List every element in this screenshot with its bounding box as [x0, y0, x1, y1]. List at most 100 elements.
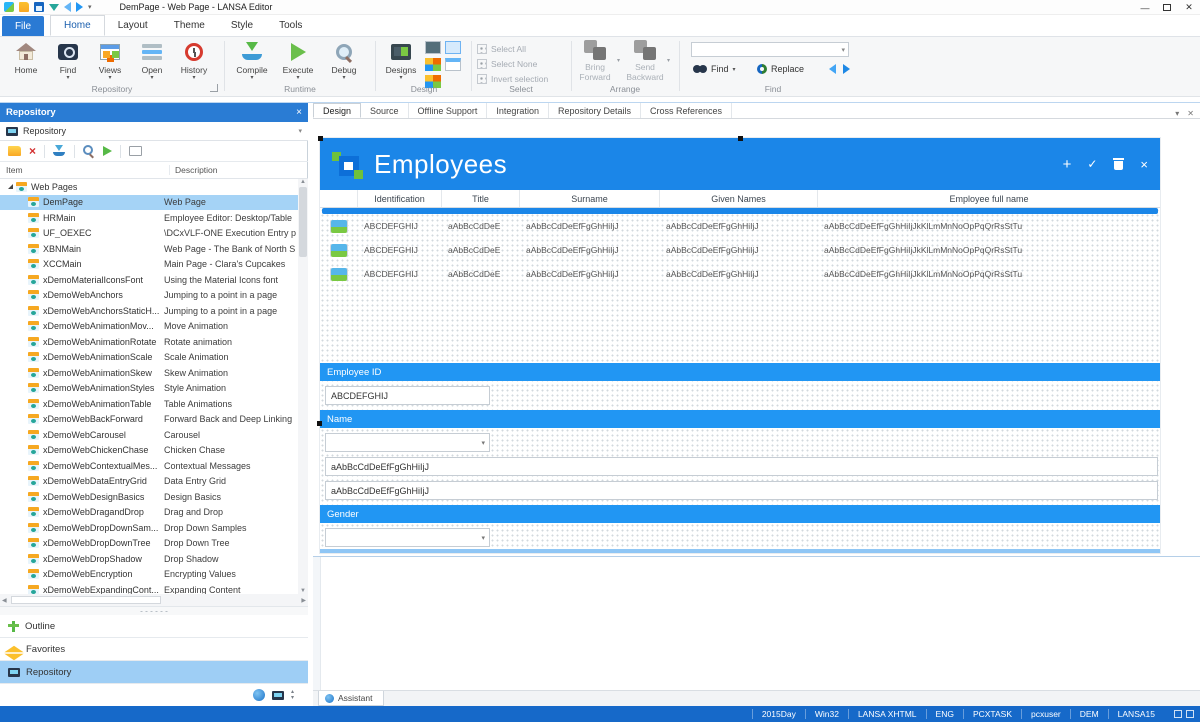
save-icon[interactable]: [34, 2, 44, 12]
select-all-item[interactable]: Select All: [477, 41, 526, 56]
tree-item[interactable]: xDemoWebAnchors Jumping to a point in a …: [0, 288, 298, 304]
sidebar-tab-outline[interactable]: Outline: [0, 615, 308, 638]
employee-id-field[interactable]: ABCDEFGHIJ: [325, 386, 490, 405]
find-search-input[interactable]: ▾: [691, 42, 849, 57]
compile-tool-icon[interactable]: [53, 145, 66, 158]
combo-caret-icon[interactable]: ▾: [298, 127, 302, 135]
column-surname[interactable]: Surname: [520, 190, 660, 207]
gender-dropdown[interactable]: ▾: [325, 528, 490, 547]
ribbon-tab[interactable]: Layout: [105, 15, 161, 36]
preview-tool-icon[interactable]: [129, 146, 142, 156]
find-next-icon[interactable]: [843, 64, 850, 74]
forward-arrow-icon[interactable]: [76, 2, 83, 12]
ribbon-designs-button[interactable]: Designs▾: [379, 40, 423, 84]
ribbon-execute-button[interactable]: Execute▾: [276, 40, 320, 84]
panel-splitter[interactable]: [0, 606, 308, 615]
tree-item[interactable]: XCCMain Main Page - Clara's Cupcakes: [0, 257, 298, 273]
ribbon-tab[interactable]: Style: [218, 15, 266, 36]
ribbon-open-button[interactable]: Open▾: [130, 40, 174, 84]
tab-overflow-caret-icon[interactable]: ▾: [1175, 109, 1179, 118]
status-segment[interactable]: LANSA15: [1108, 709, 1164, 719]
ribbon-tab[interactable]: Home: [50, 15, 105, 36]
ribbon-find-button[interactable]: Find▾: [46, 40, 90, 84]
tree-item[interactable]: xDemoWebBackForward Forward Back and Dee…: [0, 412, 298, 428]
find-combo-caret-icon[interactable]: ▾: [841, 46, 845, 54]
tree-item[interactable]: xDemoWebDragandDrop Drag and Drop: [0, 505, 298, 521]
tree-item[interactable]: xDemoWebDropDownSam... Drop Down Samples: [0, 520, 298, 536]
design-preview-icon[interactable]: [425, 41, 441, 54]
tab-close-icon[interactable]: ✕: [1187, 109, 1194, 118]
tree-item[interactable]: xDemoWebAnchorsStaticH... Jumping to a p…: [0, 303, 298, 319]
ribbon-views-button[interactable]: Views▾: [88, 40, 132, 84]
table-row[interactable]: ABCDEFGHIJ aAbBcCdDeE aAbBcCdDeEfFgGhHiI…: [320, 214, 1160, 238]
open-icon[interactable]: [19, 2, 29, 12]
back-arrow-icon[interactable]: [64, 2, 71, 12]
hscroll-thumb[interactable]: [11, 596, 161, 604]
tree-item[interactable]: xDemoWebAnimationSkew Skew Animation: [0, 365, 298, 381]
qat-customize-caret-icon[interactable]: ▾: [88, 3, 92, 11]
repository-combo[interactable]: Repository ▾: [0, 122, 308, 141]
sidebar-tab-favorites[interactable]: Favorites: [0, 638, 308, 661]
bring-forward-button[interactable]: Bring Forward: [575, 40, 615, 86]
column-item[interactable]: Item: [0, 165, 170, 175]
maximize-button[interactable]: [1156, 0, 1178, 15]
tree-item[interactable]: xDemoMaterialIconsFont Using the Materia…: [0, 272, 298, 288]
column-identification[interactable]: Identification: [358, 190, 442, 207]
tree-item[interactable]: DemPage Web Page: [0, 195, 298, 211]
output-pane-scrollbar[interactable]: [313, 557, 321, 691]
tree-root-web-pages[interactable]: Web Pages: [0, 179, 298, 195]
add-icon[interactable]: +: [1063, 156, 1072, 173]
surname-field[interactable]: aAbBcCdDeEfFgGhHiIjJ: [325, 457, 1158, 476]
given-names-field[interactable]: aAbBcCdDeEfFgGhHiIjJ: [325, 481, 1158, 500]
compile-quick-icon[interactable]: [49, 4, 59, 11]
ribbon-compile-button[interactable]: Compile▾: [230, 40, 274, 84]
editor-tab[interactable]: Repository Details: [549, 103, 641, 118]
scroll-up-icon[interactable]: ▲: [300, 179, 306, 185]
column-given-names[interactable]: Given Names: [660, 190, 818, 207]
monitor-icon[interactable]: [272, 691, 284, 700]
panel-close-icon[interactable]: ×: [296, 107, 302, 118]
ribbon-home-button[interactable]: Home: [4, 40, 48, 84]
editor-tab[interactable]: Source: [361, 103, 409, 118]
column-description[interactable]: Description: [170, 165, 218, 175]
trash-icon[interactable]: [1113, 158, 1124, 170]
table-row[interactable]: ABCDEFGHIJ aAbBcCdDeE aAbBcCdDeEfFgGhHiI…: [320, 262, 1160, 286]
close-button[interactable]: ✕: [1178, 0, 1200, 15]
selection-handle[interactable]: [738, 136, 743, 141]
find-menu-button[interactable]: Find ▾: [693, 64, 736, 74]
tree-item[interactable]: xDemoWebDropShadow Drop Shadow: [0, 551, 298, 567]
design-arrange-icon[interactable]: [425, 58, 441, 71]
tree-item[interactable]: xDemoWebContextualMes... Contextual Mess…: [0, 458, 298, 474]
title-dropdown[interactable]: ▾: [325, 433, 490, 452]
ribbon-tab[interactable]: Theme: [161, 15, 218, 36]
search-tool-icon[interactable]: [83, 145, 95, 157]
tree-item[interactable]: xDemoWebDesignBasics Design Basics: [0, 489, 298, 505]
selection-handle[interactable]: [317, 421, 322, 426]
sidebar-tab-repository[interactable]: Repository: [0, 661, 308, 684]
tree-item[interactable]: XBNMain Web Page - The Bank of North S: [0, 241, 298, 257]
delete-icon[interactable]: ×: [29, 146, 36, 156]
file-tab[interactable]: File: [2, 16, 44, 36]
tree-horizontal-scrollbar[interactable]: ◀ ▶: [0, 594, 308, 606]
editor-tab[interactable]: Design: [313, 103, 361, 118]
scroll-left-icon[interactable]: ◀: [2, 597, 7, 604]
editor-tab[interactable]: Offline Support: [409, 103, 488, 118]
scroll-thumb[interactable]: [299, 187, 307, 257]
status-icon-1[interactable]: [1174, 710, 1182, 718]
ribbon-tab[interactable]: Tools: [266, 15, 315, 36]
tree-item[interactable]: UF_OEXEC \DCxVLF-ONE Execution Entry p: [0, 226, 298, 242]
cancel-icon[interactable]: ×: [1140, 157, 1148, 172]
status-icon-2[interactable]: [1186, 710, 1194, 718]
column-employee-full-name[interactable]: Employee full name: [818, 190, 1160, 207]
ribbon-history-button[interactable]: History▾: [172, 40, 216, 84]
tree-item[interactable]: xDemoWebCarousel Carousel: [0, 427, 298, 443]
status-segment[interactable]: Win32: [805, 709, 848, 719]
design-grid-icon[interactable]: [445, 41, 461, 54]
send-backward-caret-icon[interactable]: ▾: [667, 57, 670, 64]
selection-handle[interactable]: [318, 136, 323, 141]
design-window-icon[interactable]: [445, 58, 461, 71]
confirm-icon[interactable]: ✓: [1087, 157, 1097, 171]
status-segment[interactable]: 2015Day: [752, 709, 805, 719]
execute-tool-icon[interactable]: [103, 146, 112, 156]
bring-forward-caret-icon[interactable]: ▾: [617, 57, 620, 64]
